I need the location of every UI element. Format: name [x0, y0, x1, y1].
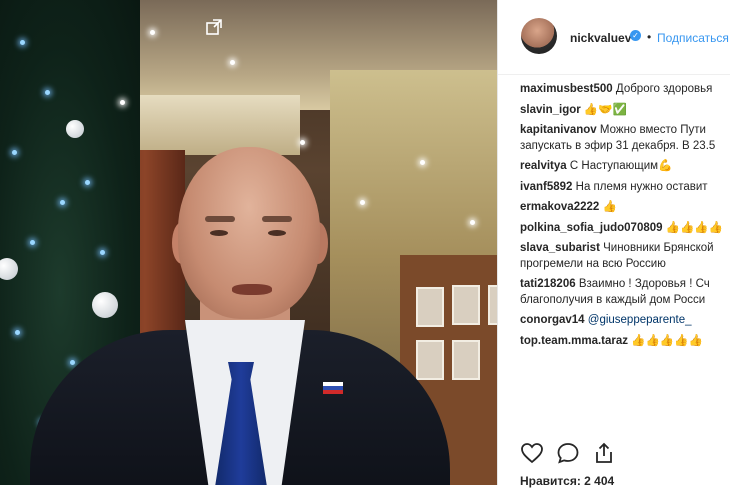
avatar[interactable]	[521, 18, 557, 54]
comment: ivanf5892 На племя нужно оставит	[520, 180, 730, 196]
comment: realvitya С Наступающим💪	[520, 159, 730, 175]
light	[30, 240, 35, 245]
light	[60, 200, 65, 205]
light	[100, 250, 105, 255]
comment-text: 👍	[599, 201, 617, 213]
post-header: nickvaluev ✓ • Подписаться	[498, 0, 730, 75]
comment-user[interactable]: slava_subarist	[520, 242, 600, 254]
comment-text: прогремели на всю Россию	[520, 257, 666, 270]
light	[15, 330, 20, 335]
comment-user[interactable]: maximusbest500	[520, 83, 613, 95]
comment-user[interactable]: kapitanivanov	[520, 124, 597, 136]
comment-text: Взаимно ! Здоровья ! Сч	[575, 278, 710, 290]
portrait	[488, 285, 497, 325]
comment: tati218206 Взаимно ! Здоровья ! Сч благоп…	[520, 277, 730, 308]
share-icon[interactable]	[592, 441, 616, 465]
portrait	[452, 340, 480, 380]
comment-icon[interactable]	[556, 441, 580, 465]
username[interactable]: nickvaluev	[570, 31, 631, 45]
comment-text: 👍👍👍👍👍	[628, 334, 703, 347]
comment: polkina_sofia_judo070809 👍👍👍👍	[520, 221, 730, 237]
expand-icon[interactable]	[206, 19, 222, 35]
light	[20, 40, 25, 45]
comment: ermakova2222 👍	[520, 200, 730, 216]
post-sidebar: nickvaluev ✓ • Подписаться maximusbest50…	[497, 0, 730, 488]
light	[360, 200, 365, 205]
comment: conorgav14 @giuseppeparente_	[520, 313, 730, 329]
comment-text: Можно вместо Пути	[596, 124, 706, 136]
comment-text: С Наступающим💪	[566, 160, 673, 172]
comment-text: На племя нужно оставит	[572, 180, 708, 193]
eyebrow	[262, 216, 292, 222]
light	[85, 180, 90, 185]
portrait	[452, 285, 480, 325]
comment-user[interactable]: top.team.mma.taraz	[520, 335, 628, 347]
eyebrow	[205, 216, 235, 222]
ornament	[66, 120, 84, 138]
light	[420, 160, 425, 165]
comment-text: благополучия в каждый дом Росси	[520, 293, 706, 306]
comment-text: Доброго здоровья	[612, 83, 713, 95]
comment: top.team.mma.taraz 👍👍👍👍👍	[520, 334, 730, 350]
light	[150, 30, 155, 35]
comment-text: 👍👍👍👍	[662, 221, 724, 234]
comments-list: maximusbest500 Доброго здоровья slavin_i…	[520, 82, 730, 354]
post-media[interactable]	[0, 0, 497, 485]
ornament	[92, 292, 118, 318]
flag-pin	[323, 382, 343, 394]
light	[230, 60, 235, 65]
comment: maximusbest500 Доброго здоровья	[520, 82, 730, 98]
likes-count[interactable]: Нравится: 2 404	[520, 474, 614, 488]
light	[470, 220, 475, 225]
comment-user[interactable]: ermakova2222	[520, 201, 599, 213]
light	[45, 90, 50, 95]
comment-text: Чиновники Брянской	[599, 242, 714, 254]
eye	[268, 230, 286, 236]
light	[120, 100, 125, 105]
comment-user[interactable]: slavin_igor	[520, 104, 581, 116]
portrait	[416, 340, 444, 380]
mouth	[232, 284, 272, 295]
comment-text: 👍🤝✅	[580, 103, 627, 116]
comment-user[interactable]: polkina_sofia_judo070809	[520, 222, 663, 234]
portrait	[416, 287, 444, 327]
comment: slavin_igor 👍🤝✅	[520, 103, 730, 119]
comment-text: запускать в эфир 31 декабря. В 23.5	[520, 139, 716, 152]
comment-user[interactable]: realvitya	[520, 160, 567, 172]
light	[70, 360, 75, 365]
comment: kapitanivanov Можно вместо Пути запускать…	[520, 123, 730, 154]
light	[12, 150, 17, 155]
comment: slava_subarist Чиновники Брянской прогрем…	[520, 241, 730, 272]
comment-mention[interactable]: @giuseppeparente_	[588, 314, 692, 326]
comment-user[interactable]: ivanf5892	[520, 181, 572, 193]
separator: •	[647, 30, 652, 44]
comment-user[interactable]: tati218206	[520, 278, 576, 290]
comment-user[interactable]: conorgav14	[520, 314, 585, 326]
eye	[210, 230, 228, 236]
follow-button[interactable]: Подписаться	[657, 31, 729, 45]
light	[300, 140, 305, 145]
verified-icon: ✓	[630, 30, 641, 41]
heart-icon[interactable]	[520, 441, 544, 465]
